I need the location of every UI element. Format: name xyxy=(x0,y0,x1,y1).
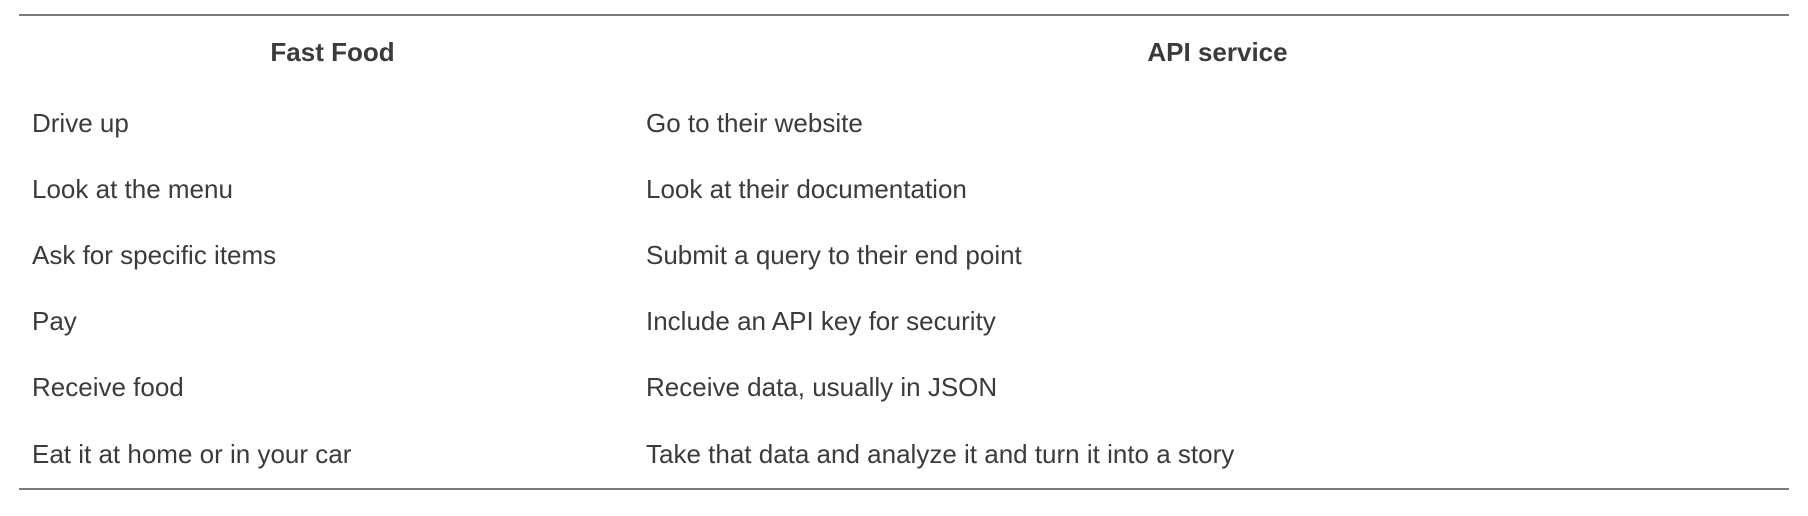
api-service-cell: Take that data and analyze it and turn i… xyxy=(646,438,1235,469)
table-row: Receive food Receive data, usually in JS… xyxy=(19,354,1789,420)
table-header-row: Fast Food API service xyxy=(19,15,1789,90)
table-row: Look at the menu Look at their documenta… xyxy=(19,156,1789,222)
column-header-fast-food: Fast Food xyxy=(270,36,395,67)
fast-food-cell: Pay xyxy=(32,305,77,336)
table-row: Pay Include an API key for security xyxy=(19,288,1789,354)
api-service-cell: Include an API key for security xyxy=(646,305,996,336)
comparison-table: Fast Food API service Drive up Go to the… xyxy=(19,14,1789,490)
table-row: Ask for specific items Submit a query to… xyxy=(19,222,1789,288)
fast-food-cell: Look at the menu xyxy=(32,173,233,204)
api-service-cell: Receive data, usually in JSON xyxy=(646,371,998,402)
table-row: Eat it at home or in your car Take that … xyxy=(19,420,1789,489)
api-service-cell: Submit a query to their end point xyxy=(646,239,1022,270)
table-row: Drive up Go to their website xyxy=(19,90,1789,156)
column-header-api-service: API service xyxy=(1147,36,1288,67)
comparison-table-container: Fast Food API service Drive up Go to the… xyxy=(19,14,1789,490)
fast-food-cell: Eat it at home or in your car xyxy=(32,438,352,469)
api-service-cell: Look at their documentation xyxy=(646,173,967,204)
fast-food-cell: Ask for specific items xyxy=(32,239,277,270)
api-service-cell: Go to their website xyxy=(646,107,863,138)
fast-food-cell: Drive up xyxy=(32,107,129,138)
fast-food-cell: Receive food xyxy=(32,371,184,402)
